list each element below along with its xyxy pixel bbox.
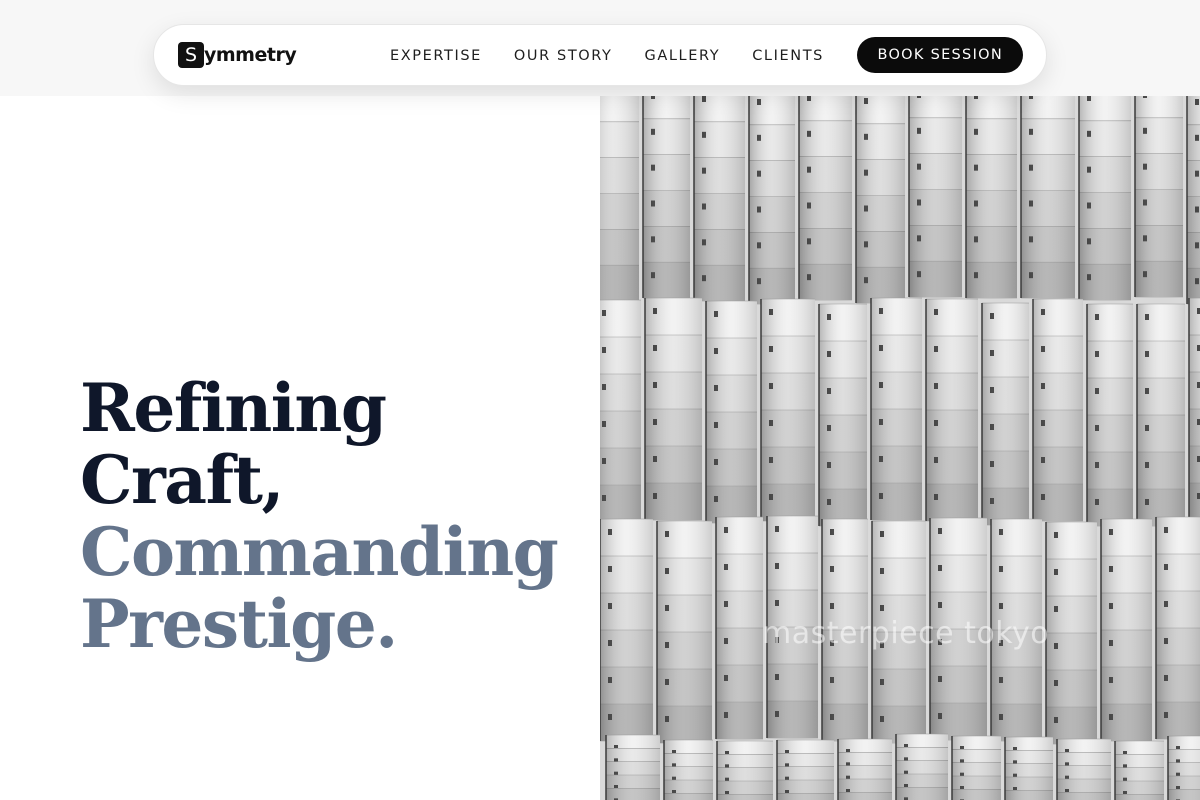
hero-line-1: Refining [80, 369, 387, 447]
hero-line-2: Craft, [80, 441, 284, 519]
nav-link-expertise[interactable]: EXPERTISE [390, 48, 482, 64]
brand-logo[interactable]: S ymmetry [178, 42, 297, 68]
logo-mark-icon: S [178, 42, 204, 68]
nav-links: EXPERTISE OUR STORY GALLERY CLIENTS [390, 25, 856, 87]
hero-line-4: Prestige. [80, 585, 398, 663]
swatch-grid-illustration [600, 96, 1200, 800]
image-watermark: masterpiece tokyo [762, 616, 1050, 651]
nav-link-our-story[interactable]: OUR STORY [514, 48, 613, 64]
hero-image-paint-swatches: masterpiece tokyo [600, 96, 1200, 800]
nav-link-clients[interactable]: CLIENTS [752, 48, 824, 64]
nav-link-gallery[interactable]: GALLERY [645, 48, 721, 64]
brand-name: ymmetry [204, 44, 297, 66]
hero-heading: Refining Craft, Commanding Prestige. [80, 369, 559, 663]
book-session-button[interactable]: BOOK SESSION [857, 37, 1023, 73]
hero-line-3: Commanding [80, 513, 559, 591]
navbar: S ymmetry EXPERTISE OUR STORY GALLERY CL… [153, 24, 1047, 86]
